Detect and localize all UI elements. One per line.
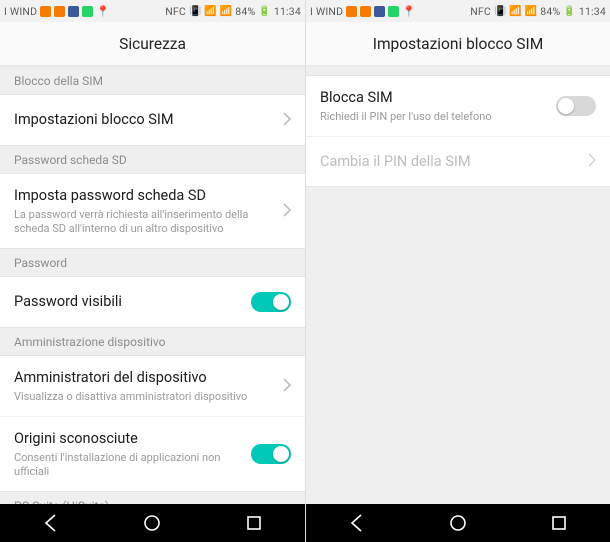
passwords-visible-row[interactable]: Password visibili	[0, 277, 305, 327]
section-sim-lock: Blocco della SIM	[0, 66, 305, 95]
battery-pct: 84%	[540, 5, 560, 18]
sd-password-row[interactable]: Imposta password scheda SD La password v…	[0, 174, 305, 248]
row-title: Impostazioni blocco SIM	[14, 110, 273, 130]
row-subtitle: Consenti l'installazione di applicazioni…	[14, 451, 241, 480]
row-title: Amministratori del dispositivo	[14, 368, 273, 388]
battery-pct: 84%	[235, 5, 255, 18]
carrier-label: I WIND	[310, 5, 343, 18]
change-sim-pin-row: Cambia il PIN della SIM	[306, 136, 610, 186]
notif-icon	[54, 6, 65, 17]
whatsapp-icon	[82, 6, 93, 17]
page-title: Sicurezza	[0, 22, 305, 66]
section-device-admin: Amministrazione dispositivo	[0, 327, 305, 356]
whatsapp-icon	[388, 6, 399, 17]
status-bar: I WIND 📍 NFC 📳 📶 📶 84% 🔋 11:34	[0, 0, 305, 22]
section-pc-suite: PC Suite (HiSuite)	[0, 491, 305, 504]
row-subtitle: Visualizza o disattiva amministratori di…	[14, 390, 273, 404]
passwords-visible-toggle[interactable]	[251, 292, 291, 312]
nfc-icon: NFC	[165, 5, 186, 18]
notif-icon	[360, 6, 371, 17]
page-title: Impostazioni blocco SIM	[306, 22, 610, 66]
lock-sim-row[interactable]: Blocca SIM Richiedi il PIN per l'uso del…	[306, 76, 610, 136]
clock: 11:34	[579, 5, 606, 18]
nav-bar	[0, 504, 305, 542]
home-button[interactable]	[447, 512, 469, 534]
vibrate-icon: 📳	[494, 6, 506, 17]
security-settings-pane: I WIND 📍 NFC 📳 📶 📶 84% 🔋 11:34 Sicurezza…	[0, 0, 305, 542]
vibrate-icon: 📳	[189, 6, 201, 17]
chevron-right-icon	[588, 151, 596, 172]
wifi-icon: 📶	[509, 6, 521, 17]
facebook-icon	[68, 6, 79, 17]
signal-icon: 📶	[220, 6, 232, 17]
chevron-right-icon	[283, 110, 291, 131]
row-title: Password visibili	[14, 292, 241, 312]
status-bar: I WIND 📍 NFC 📳 📶 📶 84% 🔋 11:34	[306, 0, 610, 22]
notif-icon	[346, 6, 357, 17]
back-button[interactable]	[40, 512, 62, 534]
back-button[interactable]	[346, 512, 368, 534]
row-title: Blocca SIM	[320, 88, 546, 108]
carrier-label: I WIND	[4, 5, 37, 18]
location-icon: 📍	[402, 5, 416, 18]
row-subtitle: La password verrà richiesta all'inserime…	[14, 208, 273, 237]
recent-button[interactable]	[243, 512, 265, 534]
sim-lock-settings-row[interactable]: Impostazioni blocco SIM	[0, 95, 305, 145]
device-admins-row[interactable]: Amministratori del dispositivo Visualizz…	[0, 356, 305, 416]
lock-sim-toggle[interactable]	[556, 96, 596, 116]
unknown-sources-toggle[interactable]	[251, 444, 291, 464]
row-title: Origini sconosciute	[14, 429, 241, 449]
row-title: Imposta password scheda SD	[14, 186, 273, 206]
section-password: Password	[0, 248, 305, 277]
battery-icon: 🔋	[258, 6, 270, 17]
wifi-icon: 📶	[204, 6, 216, 17]
location-icon: 📍	[96, 5, 110, 18]
facebook-icon	[374, 6, 385, 17]
home-button[interactable]	[141, 512, 163, 534]
sim-lock-settings-pane: I WIND 📍 NFC 📳 📶 📶 84% 🔋 11:34 Impostazi…	[305, 0, 610, 542]
notif-icon	[40, 6, 51, 17]
recent-button[interactable]	[548, 512, 570, 534]
battery-icon: 🔋	[563, 6, 575, 17]
nav-bar	[306, 504, 610, 542]
nfc-icon: NFC	[470, 5, 491, 18]
chevron-right-icon	[283, 376, 291, 397]
signal-icon: 📶	[525, 6, 537, 17]
clock: 11:34	[274, 5, 301, 18]
unknown-sources-row[interactable]: Origini sconosciute Consenti l'installaz…	[0, 416, 305, 491]
row-title: Cambia il PIN della SIM	[320, 152, 578, 172]
section-sd-password: Password scheda SD	[0, 145, 305, 174]
chevron-right-icon	[283, 201, 291, 222]
row-subtitle: Richiedi il PIN per l'uso del telefono	[320, 110, 546, 124]
